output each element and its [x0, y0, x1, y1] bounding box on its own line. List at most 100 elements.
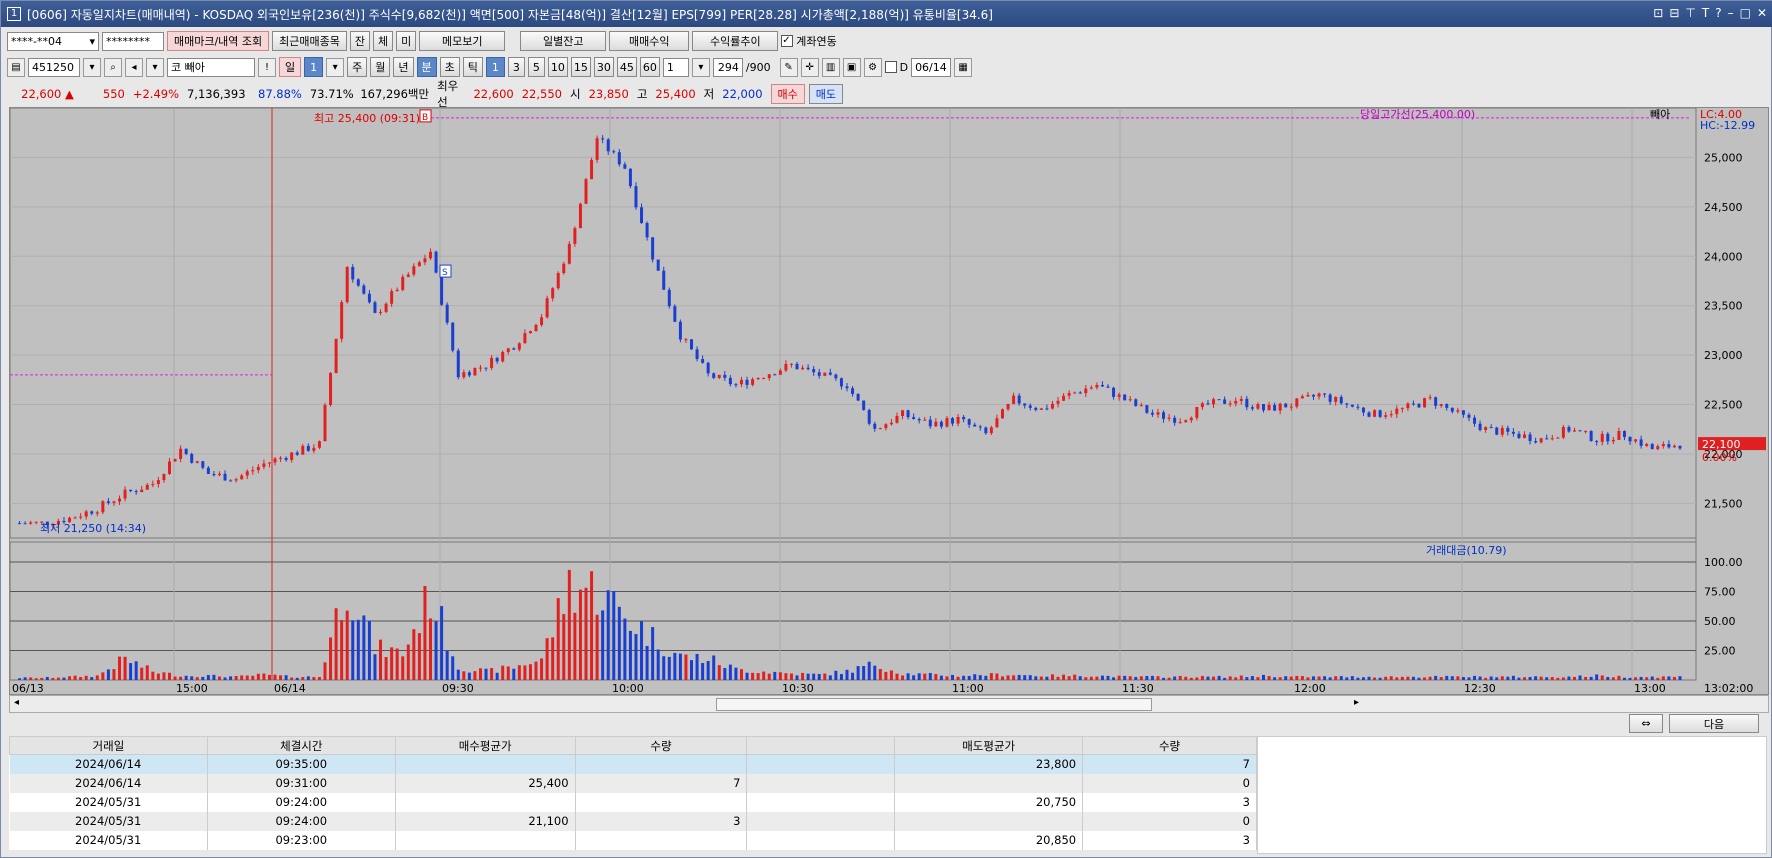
stock-name[interactable]: 코 빼아: [167, 57, 255, 77]
gear-icon[interactable]: ⚙: [863, 57, 882, 77]
scroll-right-icon[interactable]: ▸: [1354, 697, 1359, 708]
calendar-icon[interactable]: ▦: [954, 57, 973, 77]
interval-3[interactable]: 3: [507, 57, 525, 77]
pin-icon[interactable]: ⊤: [1685, 6, 1695, 20]
candle-body: [429, 251, 432, 259]
speaker-icon[interactable]: ◂: [125, 57, 143, 77]
volume-bar: [690, 660, 694, 680]
help-icon[interactable]: ?: [1715, 6, 1721, 20]
period-day[interactable]: 일: [279, 57, 302, 77]
candle-body: [1178, 422, 1182, 424]
chevron-down-icon[interactable]: ▾: [146, 57, 164, 77]
next-button[interactable]: 다음: [1669, 714, 1759, 733]
buy-button[interactable]: 매수: [770, 84, 805, 104]
candle-body: [18, 523, 22, 525]
candle-body: [1611, 439, 1615, 442]
profit-rate-button[interactable]: 수익률추이: [692, 31, 779, 51]
alert-icon[interactable]: !: [258, 57, 276, 77]
interval-15[interactable]: 15: [570, 57, 591, 77]
interval-60[interactable]: 60: [639, 57, 660, 77]
chevron-down-icon[interactable]: ▾: [83, 57, 101, 77]
expand-icon[interactable]: ⇔: [1629, 714, 1663, 733]
minimize-icon[interactable]: –: [1728, 6, 1734, 20]
print-icon[interactable]: ▥: [821, 57, 840, 77]
cell-sell-avg: 20,750: [894, 792, 1084, 812]
interval-5[interactable]: 5: [527, 57, 545, 77]
volume-bar: [1484, 677, 1488, 680]
candle-body: [734, 384, 738, 386]
table-row[interactable]: 2024/06/14 09:35:00 23,800 7: [9, 754, 1257, 774]
table-row[interactable]: 2024/06/14 09:31:00 25,400 7 0: [9, 773, 1257, 793]
candle-body: [1417, 403, 1421, 408]
interval-10[interactable]: 10: [547, 57, 568, 77]
crosshair-icon[interactable]: ✛: [800, 57, 819, 77]
interval-30[interactable]: 30: [593, 57, 614, 77]
save-icon[interactable]: ▣: [842, 57, 861, 77]
link-checkbox[interactable]: ✓: [781, 35, 794, 47]
account-select[interactable]: ****-**04 ▾: [7, 31, 99, 51]
period-year[interactable]: 년: [393, 57, 414, 77]
chevron-down-icon[interactable]: ▾: [691, 57, 710, 77]
close-icon[interactable]: ✕: [1757, 6, 1767, 20]
trade-profit-button[interactable]: 매매수익: [609, 31, 690, 51]
tab-execution[interactable]: 체: [373, 31, 394, 51]
tab-unfilled[interactable]: 미: [396, 31, 417, 51]
scroll-left-icon[interactable]: ◂: [14, 697, 19, 708]
period-second[interactable]: 초: [439, 57, 460, 77]
interval-45[interactable]: 45: [616, 57, 637, 77]
table-row[interactable]: 2024/05/31 09:23:00 20,850 3: [9, 830, 1257, 850]
cascade-icon[interactable]: ⊟: [1669, 6, 1679, 20]
price-chart[interactable]: 25,000 24,500 24,000 23,500 23,000 22,500 22,0…: [9, 107, 1769, 695]
restore-icon[interactable]: ⊡: [1653, 6, 1663, 20]
search-icon[interactable]: ⌕: [104, 57, 122, 77]
volume-bar: [884, 671, 888, 680]
period-num[interactable]: 1: [304, 57, 324, 77]
interval-1[interactable]: 1: [485, 57, 505, 77]
sell-button[interactable]: 매도: [808, 84, 844, 104]
count-select[interactable]: 1: [662, 57, 689, 77]
date-input[interactable]: 06/14: [911, 57, 952, 77]
period-month[interactable]: 월: [370, 57, 391, 77]
code-input[interactable]: 451250: [28, 57, 80, 77]
period-week[interactable]: 주: [347, 57, 368, 77]
candle-body: [1323, 393, 1327, 395]
trade-mark-button[interactable]: 매매마크/내역 조회: [167, 31, 270, 51]
volume-bar: [967, 675, 971, 680]
layout-icon[interactable]: ▤: [7, 57, 25, 77]
candle-body: [251, 470, 255, 472]
candle-body: [234, 479, 238, 481]
col-buy-avg: 매수평균가: [394, 736, 576, 755]
candle-body: [101, 501, 105, 513]
recent-trades-button[interactable]: 최근매매종목: [272, 31, 347, 51]
memo-button[interactable]: 메모보기: [419, 31, 506, 51]
volume-bar: [462, 671, 466, 680]
font-icon[interactable]: T: [1702, 6, 1709, 20]
link-label: 계좌연동: [796, 35, 837, 48]
candle-body: [717, 374, 721, 378]
volume-bar: [1400, 676, 1404, 680]
count-input[interactable]: 294: [712, 57, 743, 77]
chevron-down-icon[interactable]: ▾: [326, 57, 345, 77]
volume-bar: [351, 620, 355, 680]
table-row[interactable]: 2024/05/31 09:24:00 21,100 3 0: [9, 811, 1257, 831]
title-bar: 1 [0606] 자동일지차트(매매내역) - KOSDAQ 외국인보유[236…: [1, 1, 1772, 27]
scrollbar-thumb[interactable]: [716, 698, 1152, 711]
cell-sell-avg: [894, 773, 1084, 793]
period-minute[interactable]: 분: [416, 57, 437, 77]
tab-balance[interactable]: 잔: [349, 31, 371, 51]
candle-body: [673, 306, 677, 322]
daily-balance-button[interactable]: 일별잔고: [520, 31, 607, 51]
volume-bar: [901, 675, 905, 680]
period-tick[interactable]: 틱: [462, 57, 483, 77]
password-field[interactable]: ********: [102, 31, 164, 51]
drawing-tool-icon[interactable]: ✎: [779, 57, 798, 77]
date-checkbox[interactable]: [884, 61, 897, 73]
candle-body: [417, 262, 421, 267]
volume-bar: [928, 673, 932, 680]
table-row[interactable]: 2024/05/31 09:24:00 20,750 3: [9, 792, 1257, 812]
volume-bar: [678, 653, 682, 680]
maximize-icon[interactable]: □: [1740, 6, 1751, 20]
volume-bar: [467, 672, 471, 680]
candle-body: [1423, 398, 1427, 408]
chart-scrollbar[interactable]: ◂ ▸: [9, 695, 1769, 713]
